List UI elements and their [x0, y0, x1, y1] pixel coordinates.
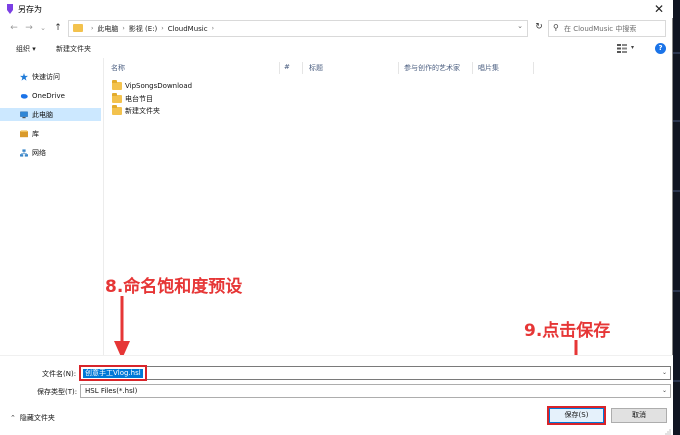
address-bar[interactable]: › 此电脑 › 影视 (E:) › CloudMusic › ⌄ — [68, 20, 528, 37]
column-divider[interactable] — [279, 62, 280, 74]
breadcrumb-separator: › — [211, 25, 215, 32]
folder-icon — [112, 80, 122, 90]
list-item[interactable]: 新建文件夹 — [112, 105, 160, 117]
view-options-icon[interactable] — [617, 44, 627, 53]
column-divider[interactable] — [533, 62, 534, 74]
back-icon[interactable]: ← — [8, 22, 20, 34]
breadcrumb-this-pc[interactable]: 此电脑 — [97, 24, 118, 34]
new-folder-button[interactable]: 新建文件夹 — [56, 44, 91, 54]
resize-grip-icon[interactable] — [664, 428, 671, 435]
file-list: 名称 # 标题 参与创作的艺术家 唱片集 VipSongsDownload 电台… — [104, 58, 673, 355]
column-divider[interactable] — [398, 62, 399, 74]
background-desktop — [672, 0, 680, 435]
organize-button[interactable]: 组织 ▾ — [16, 44, 36, 54]
network-icon — [20, 148, 28, 157]
column-divider[interactable] — [302, 62, 303, 74]
list-item[interactable]: VipSongsDownload — [112, 80, 192, 92]
navigation-pane: 快速访问 OneDrive 此电脑 库 网络 — [0, 62, 101, 355]
save-form: 文件名(N): 创意手工Vlog.hsl ⌄ 保存类型(T): HSL File… — [0, 355, 673, 435]
chevron-down-icon[interactable]: ⌄ — [662, 369, 667, 376]
breadcrumb-separator: › — [122, 25, 125, 32]
folder-name: 新建文件夹 — [125, 107, 160, 115]
sidebar-item-label: 快速访问 — [32, 72, 60, 81]
column-header-title[interactable]: 标题 — [309, 63, 323, 73]
breadcrumb-drive-e[interactable]: 影视 (E:) — [129, 24, 157, 34]
close-icon[interactable]: ✕ — [651, 1, 667, 17]
search-icon: ⚲ — [553, 23, 559, 32]
breadcrumb-cloudmusic[interactable]: CloudMusic — [168, 25, 208, 33]
annotation-arrow-down — [114, 296, 130, 359]
column-header-number[interactable]: # — [284, 63, 290, 71]
sidebar-item-library[interactable]: 库 — [0, 127, 101, 140]
command-toolbar: 组织 ▾ 新建文件夹 ▾ ? — [0, 40, 673, 58]
search-input[interactable]: ⚲ 在 CloudMusic 中搜索 — [548, 20, 666, 37]
forward-icon[interactable]: → — [23, 22, 35, 34]
filetype-select[interactable]: HSL Files(*.hsl) ⌄ — [80, 384, 671, 398]
refresh-icon[interactable]: ↻ — [533, 21, 545, 33]
folder-name: 电台节目 — [125, 95, 153, 103]
breadcrumb: › 此电脑 › 影视 (E:) › CloudMusic › — [87, 23, 218, 34]
star-icon — [20, 72, 28, 81]
hide-folders-toggle[interactable]: ⌃ 隐藏文件夹 — [10, 413, 55, 423]
help-icon[interactable]: ? — [655, 43, 666, 54]
computer-icon — [20, 111, 28, 118]
chevron-up-icon: ⌃ — [10, 414, 16, 422]
filename-input[interactable]: 创意手工Vlog.hsl ⌄ — [80, 366, 671, 380]
folder-icon — [73, 24, 83, 32]
sidebar-item-label: 网络 — [32, 148, 46, 157]
sidebar-item-label: 库 — [32, 129, 39, 138]
annotation-highlight-filename — [79, 365, 147, 381]
annotation-step9: 9.点击保存 — [524, 321, 611, 341]
sidebar-item-onedrive[interactable]: OneDrive — [0, 89, 101, 102]
column-header-artists[interactable]: 参与创作的艺术家 — [404, 63, 460, 73]
sidebar-item-label: 此电脑 — [32, 110, 53, 119]
chevron-down-icon[interactable]: ⌄ — [517, 22, 523, 30]
column-headers: 名称 # 标题 参与创作的艺术家 唱片集 — [104, 62, 673, 74]
sidebar-item-label: OneDrive — [32, 91, 65, 100]
list-item[interactable]: 电台节目 — [112, 93, 153, 105]
recent-locations-icon[interactable]: ⌄ — [37, 22, 49, 34]
title-bar: 另存为 ✕ — [0, 0, 673, 18]
annotation-step8: 8.命名饱和度预设 — [105, 277, 243, 297]
folder-name: VipSongsDownload — [125, 82, 193, 90]
search-placeholder: 在 CloudMusic 中搜索 — [564, 25, 637, 33]
folder-icon — [112, 105, 122, 115]
up-folder-icon[interactable]: ↑ — [52, 22, 64, 34]
app-icon — [7, 4, 13, 14]
filetype-value: HSL Files(*.hsl) — [85, 387, 138, 395]
column-header-album[interactable]: 唱片集 — [478, 63, 499, 73]
navigation-bar: ← → ⌄ ↑ › 此电脑 › 影视 (E:) › CloudMusic › ⌄… — [0, 18, 673, 40]
column-header-name[interactable]: 名称 — [111, 63, 125, 73]
hide-folders-label: 隐藏文件夹 — [19, 414, 55, 422]
library-icon — [20, 129, 28, 137]
sidebar-item-quick-access[interactable]: 快速访问 — [0, 70, 101, 83]
column-divider[interactable] — [472, 62, 473, 74]
cloud-icon — [20, 93, 28, 99]
sidebar-item-network[interactable]: 网络 — [0, 146, 101, 159]
save-as-dialog: 另存为 ✕ ← → ⌄ ↑ › 此电脑 › 影视 (E:) › CloudMus… — [0, 0, 673, 435]
window-title: 另存为 — [18, 5, 42, 14]
folder-icon — [112, 93, 122, 103]
view-dropdown-icon[interactable]: ▾ — [631, 44, 634, 51]
cancel-button[interactable]: 取消 — [611, 408, 667, 423]
annotation-highlight-save — [547, 406, 606, 425]
sidebar-item-this-pc[interactable]: 此电脑 — [0, 108, 101, 121]
breadcrumb-separator: › — [91, 25, 94, 32]
filename-label: 文件名(N): — [42, 370, 77, 378]
breadcrumb-separator: › — [161, 25, 164, 32]
filetype-label: 保存类型(T): — [37, 388, 78, 396]
chevron-down-icon[interactable]: ⌄ — [662, 387, 667, 394]
